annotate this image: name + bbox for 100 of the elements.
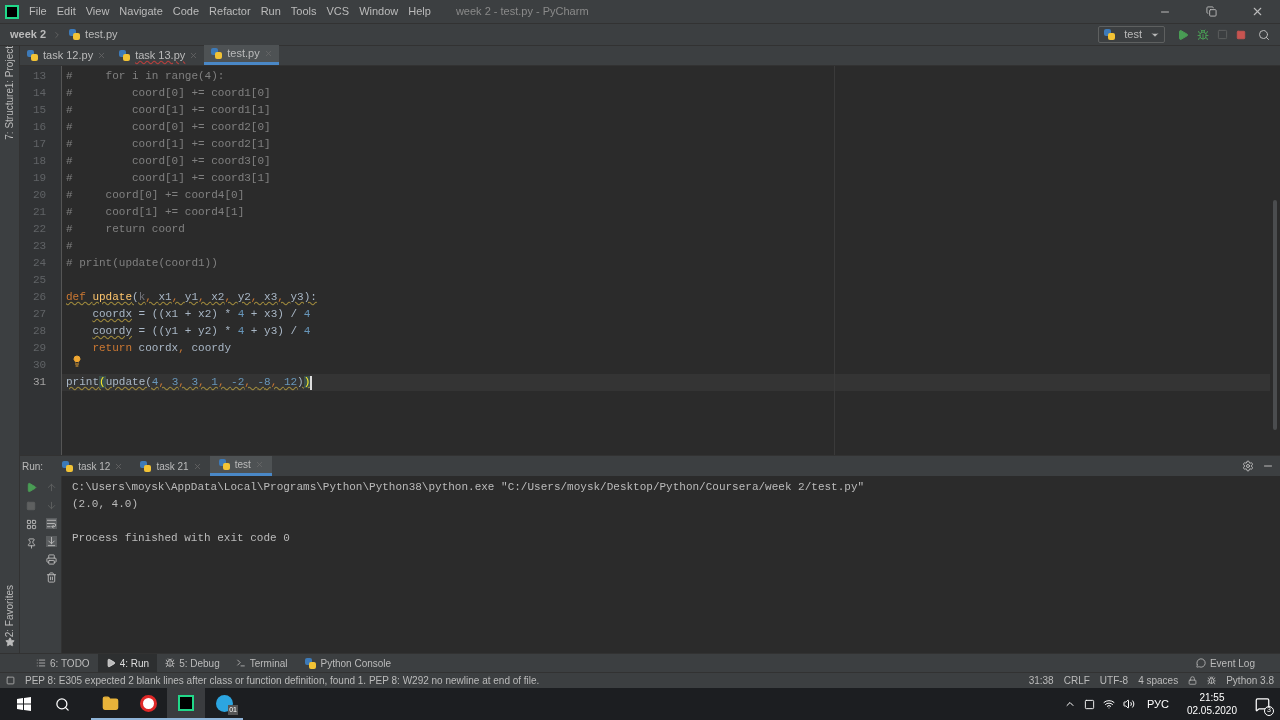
code-line: # coord[0] += coord4[0] xyxy=(65,188,246,203)
code-line: # coord[0] += coord1[0] xyxy=(65,86,272,101)
python-icon xyxy=(303,656,317,670)
debug-icon[interactable] xyxy=(1197,28,1209,41)
menu-item[interactable]: Help xyxy=(403,3,436,20)
status-message: PEP 8: E305 expected 2 blank lines after class or function definition, found 1. PEP 8: W292 no newline at end of file. xyxy=(25,674,540,688)
code-line: # coord[1] += coord1[1] xyxy=(65,103,272,118)
run-configuration-dropdown[interactable]: test xyxy=(1098,26,1165,43)
lock-icon[interactable] xyxy=(1188,676,1198,685)
soft-wrap-icon[interactable] xyxy=(46,518,57,529)
clock[interactable]: 21:55 02.05.2020 xyxy=(1186,691,1237,717)
list-icon xyxy=(36,658,46,668)
status-item[interactable]: 4 spaces xyxy=(1138,673,1179,688)
run-panel-label: Run: xyxy=(21,459,45,474)
taskbar-app[interactable] xyxy=(167,688,205,720)
tool-window-button[interactable]: 1: Project xyxy=(0,46,19,89)
code-line: # coord[1] += coord4[1] xyxy=(65,205,246,220)
code-line: # print(update(coord1)) xyxy=(65,256,219,271)
settings-icon[interactable] xyxy=(1242,460,1254,472)
menu-item[interactable]: Code xyxy=(167,3,205,20)
app-logo-icon xyxy=(5,4,19,19)
code-line: # xyxy=(65,239,74,254)
menu-item[interactable]: Navigate xyxy=(114,3,168,20)
python-file-icon xyxy=(26,48,39,62)
trash-icon[interactable] xyxy=(46,572,57,583)
browser-icon xyxy=(139,694,157,712)
run-tab[interactable]: task 21 xyxy=(131,456,210,476)
code-line: # coord[0] += coord3[0] xyxy=(65,154,272,169)
language-indicator[interactable]: РУС xyxy=(1146,695,1169,713)
event-log-button[interactable]: Event Log xyxy=(1195,655,1255,671)
layout-icon[interactable] xyxy=(25,519,37,530)
breadcrumb[interactable]: test.py xyxy=(85,26,118,43)
status-item[interactable]: UTF-8 xyxy=(1099,673,1129,688)
terminal-icon xyxy=(235,658,246,668)
print-icon[interactable] xyxy=(46,554,57,565)
editor-tab[interactable]: task 13.py xyxy=(112,45,205,65)
tool-window-tab[interactable]: 6: TODO xyxy=(28,654,98,672)
menu-item[interactable]: Refactor xyxy=(204,3,256,20)
tool-window-tab[interactable]: Terminal xyxy=(227,654,296,672)
python-file-icon xyxy=(217,458,231,471)
windows-logo-icon[interactable] xyxy=(17,697,31,711)
rerun-icon[interactable] xyxy=(25,482,37,493)
tool-window-tab[interactable]: 4: Run xyxy=(97,654,158,672)
python-icon xyxy=(1103,28,1117,41)
tool-window-button[interactable]: 7: Structure xyxy=(0,88,19,140)
code-line: # for i in range(4): xyxy=(65,69,226,84)
speech-bubble-icon xyxy=(1195,658,1206,668)
run-tab[interactable]: task 12 xyxy=(53,456,132,476)
bug-icon xyxy=(165,658,176,668)
code-line: coordy = ((y1 + y2) * 4 + y3) / 4 xyxy=(91,324,312,339)
code-line: # return coord xyxy=(65,222,186,237)
editor-tab[interactable]: task 12.py xyxy=(20,45,113,65)
star-icon xyxy=(4,637,15,647)
stop-icon[interactable] xyxy=(1236,29,1246,40)
menu-item[interactable]: VCS xyxy=(321,3,355,20)
console-output-line: (2.0, 4.0) xyxy=(72,497,138,512)
console-output-line: C:\Users\moysk\AppData\Local\Programs\Python\Python38\python.exe "C:/Users/moysk/Desktop/Python/Coursera/week 2/test.py" xyxy=(72,480,865,495)
network-adapter-icon[interactable] xyxy=(1083,698,1095,710)
code-line: # coord[1] += coord2[1] xyxy=(65,137,272,152)
notification-icon xyxy=(1255,696,1270,712)
console-output-line: Process finished with exit code 0 xyxy=(72,531,290,546)
interpreter-status[interactable]: Python 3.8 xyxy=(1226,673,1274,688)
menu-item[interactable]: Window xyxy=(354,3,404,20)
play-icon xyxy=(105,658,116,668)
folder-icon xyxy=(101,694,119,712)
run-icon[interactable] xyxy=(1177,28,1189,41)
panel-toggle-icon[interactable] xyxy=(6,676,15,685)
status-item[interactable]: CRLF xyxy=(1063,673,1090,688)
scrollbar[interactable] xyxy=(1273,200,1277,430)
menu-item[interactable]: View xyxy=(80,3,115,20)
volume-icon[interactable] xyxy=(1122,698,1135,710)
breadcrumb[interactable]: week 2 xyxy=(10,26,47,43)
python-file-icon xyxy=(68,28,82,41)
python-file-icon xyxy=(118,48,132,62)
inspector-icon[interactable] xyxy=(1207,676,1217,685)
code-line: coordx = ((x1 + x2) * 4 + x3) / 4 xyxy=(91,307,312,322)
scroll-to-end-icon[interactable] xyxy=(46,536,57,547)
menu-item[interactable]: Edit xyxy=(51,3,81,20)
editor-tab[interactable]: test.py xyxy=(204,45,279,65)
lightbulb-icon[interactable] xyxy=(71,355,83,367)
restore-icon[interactable] xyxy=(1205,6,1217,17)
ide-icon xyxy=(178,695,194,711)
run-tab[interactable]: test xyxy=(209,456,272,476)
line-number: 31 xyxy=(32,375,48,390)
code-line: def update(k, x1, y1, x2, y2, x3, y3): xyxy=(65,290,318,305)
window-title: week 2 - test.py - PyCharm xyxy=(455,4,589,20)
status-item[interactable]: 31:38 xyxy=(1028,673,1054,688)
tool-window-tab[interactable]: 5: Debug xyxy=(157,654,228,672)
search-icon[interactable] xyxy=(55,696,70,712)
tool-window-tab[interactable]: Python Console xyxy=(295,654,400,672)
tool-window-button[interactable]: 2: Favorites xyxy=(0,584,19,637)
wifi-icon[interactable] xyxy=(1102,698,1115,710)
code-line: return coordx, coordy xyxy=(91,341,233,356)
python-file-icon xyxy=(210,47,224,60)
python-file-icon xyxy=(139,459,153,473)
menu-item[interactable]: Run xyxy=(255,3,286,20)
menu-item[interactable]: Tools xyxy=(285,3,322,20)
menu-item[interactable]: File xyxy=(24,3,52,20)
python-file-icon xyxy=(61,459,75,473)
pin-icon[interactable] xyxy=(25,538,37,549)
